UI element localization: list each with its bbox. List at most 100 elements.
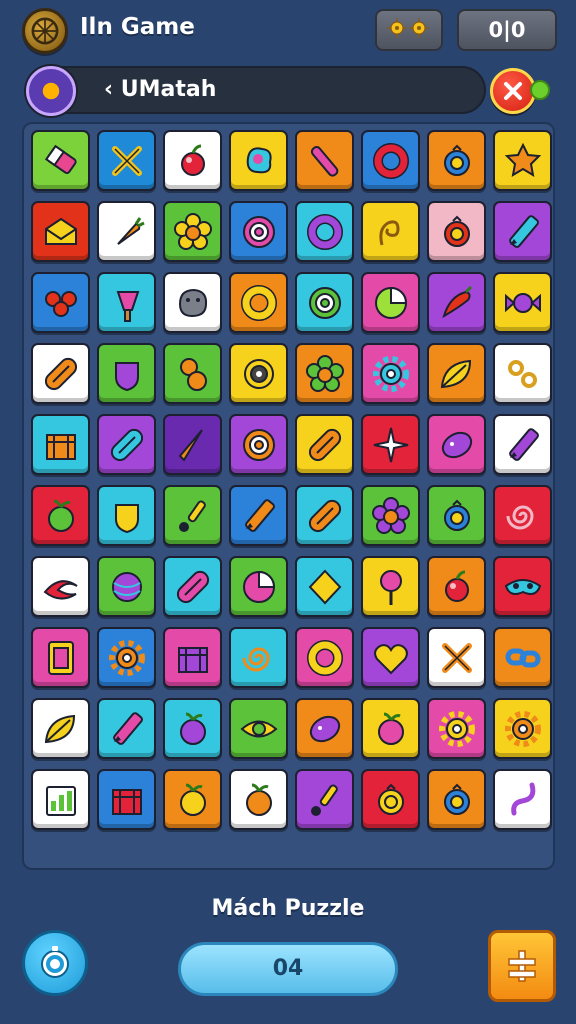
tile[interactable] bbox=[97, 272, 156, 333]
tile[interactable] bbox=[493, 627, 552, 688]
tile[interactable] bbox=[229, 556, 288, 617]
tile[interactable] bbox=[361, 343, 420, 404]
box-icon bbox=[111, 788, 142, 815]
tile[interactable] bbox=[295, 201, 354, 262]
tile[interactable] bbox=[97, 130, 156, 191]
tile[interactable] bbox=[229, 201, 288, 262]
tile[interactable] bbox=[163, 627, 222, 688]
tile[interactable] bbox=[361, 272, 420, 333]
tile[interactable] bbox=[97, 769, 156, 830]
tile[interactable] bbox=[493, 130, 552, 191]
card-icon bbox=[47, 640, 74, 675]
tile[interactable] bbox=[427, 698, 486, 759]
pill-icon bbox=[44, 357, 77, 390]
tile[interactable] bbox=[427, 556, 486, 617]
tile[interactable] bbox=[493, 698, 552, 759]
spark-icon bbox=[373, 427, 408, 462]
tile[interactable] bbox=[163, 485, 222, 546]
cross-sword-icon bbox=[111, 145, 142, 176]
tile[interactable] bbox=[427, 343, 486, 404]
pill-icon bbox=[176, 570, 209, 603]
tile[interactable] bbox=[427, 485, 486, 546]
tile[interactable] bbox=[97, 343, 156, 404]
tile[interactable] bbox=[97, 485, 156, 546]
tile[interactable] bbox=[427, 414, 486, 475]
tile[interactable] bbox=[97, 627, 156, 688]
tile[interactable] bbox=[163, 201, 222, 262]
tile[interactable] bbox=[295, 343, 354, 404]
tile[interactable] bbox=[163, 343, 222, 404]
tile[interactable] bbox=[493, 343, 552, 404]
tile[interactable] bbox=[163, 130, 222, 191]
timer-button[interactable] bbox=[22, 930, 88, 996]
tile[interactable] bbox=[163, 769, 222, 830]
tile[interactable] bbox=[31, 485, 90, 546]
tile[interactable] bbox=[361, 769, 420, 830]
tile[interactable] bbox=[493, 769, 552, 830]
tile[interactable] bbox=[295, 556, 354, 617]
tile[interactable] bbox=[229, 343, 288, 404]
tile[interactable] bbox=[295, 769, 354, 830]
tile[interactable] bbox=[229, 627, 288, 688]
tile[interactable] bbox=[31, 130, 90, 191]
tile[interactable] bbox=[31, 556, 90, 617]
tile[interactable] bbox=[427, 130, 486, 191]
tile[interactable] bbox=[361, 130, 420, 191]
tile[interactable] bbox=[31, 769, 90, 830]
tile[interactable] bbox=[361, 627, 420, 688]
tile[interactable] bbox=[31, 414, 90, 475]
tile[interactable] bbox=[163, 556, 222, 617]
tile[interactable] bbox=[229, 414, 288, 475]
bow-icon bbox=[44, 290, 77, 317]
tile[interactable] bbox=[361, 201, 420, 262]
tile[interactable] bbox=[163, 414, 222, 475]
tile[interactable] bbox=[295, 698, 354, 759]
tile[interactable] bbox=[427, 627, 486, 688]
apple-icon bbox=[245, 783, 272, 816]
tile[interactable] bbox=[427, 272, 486, 333]
circle-ring-icon bbox=[443, 499, 470, 531]
tile[interactable] bbox=[493, 272, 552, 333]
tile[interactable] bbox=[31, 698, 90, 759]
tile[interactable] bbox=[31, 272, 90, 333]
eraser-icon bbox=[44, 144, 77, 174]
crayon-icon bbox=[112, 711, 143, 745]
tile[interactable] bbox=[295, 272, 354, 333]
tile[interactable] bbox=[493, 414, 552, 475]
tile[interactable] bbox=[361, 414, 420, 475]
tile[interactable] bbox=[493, 201, 552, 262]
tile[interactable] bbox=[229, 272, 288, 333]
tile[interactable] bbox=[163, 272, 222, 333]
tile[interactable] bbox=[361, 698, 420, 759]
tile[interactable] bbox=[97, 414, 156, 475]
moves-counter[interactable]: 04 bbox=[178, 942, 398, 996]
tile[interactable] bbox=[163, 698, 222, 759]
tile[interactable] bbox=[31, 343, 90, 404]
tile[interactable] bbox=[229, 769, 288, 830]
tile[interactable] bbox=[229, 130, 288, 191]
tile[interactable] bbox=[31, 201, 90, 262]
tile[interactable] bbox=[97, 698, 156, 759]
tile[interactable] bbox=[493, 556, 552, 617]
back-button[interactable]: ‹ UMatah bbox=[104, 77, 216, 102]
compass-icon[interactable] bbox=[26, 66, 76, 116]
tile[interactable] bbox=[427, 769, 486, 830]
tile[interactable] bbox=[361, 556, 420, 617]
tile[interactable] bbox=[97, 201, 156, 262]
tile[interactable] bbox=[229, 698, 288, 759]
spiral-icon bbox=[506, 505, 534, 529]
tile[interactable] bbox=[295, 130, 354, 191]
gears-button[interactable] bbox=[375, 9, 443, 51]
gear-icon bbox=[108, 639, 145, 676]
diamond-icon bbox=[308, 569, 341, 604]
tile[interactable] bbox=[97, 556, 156, 617]
tile[interactable] bbox=[295, 485, 354, 546]
tile[interactable] bbox=[361, 485, 420, 546]
tile[interactable] bbox=[229, 485, 288, 546]
tile[interactable] bbox=[31, 627, 90, 688]
tile[interactable] bbox=[295, 414, 354, 475]
tile[interactable] bbox=[493, 485, 552, 546]
tile[interactable] bbox=[295, 627, 354, 688]
menu-button[interactable] bbox=[488, 930, 556, 1002]
tile[interactable] bbox=[427, 201, 486, 262]
